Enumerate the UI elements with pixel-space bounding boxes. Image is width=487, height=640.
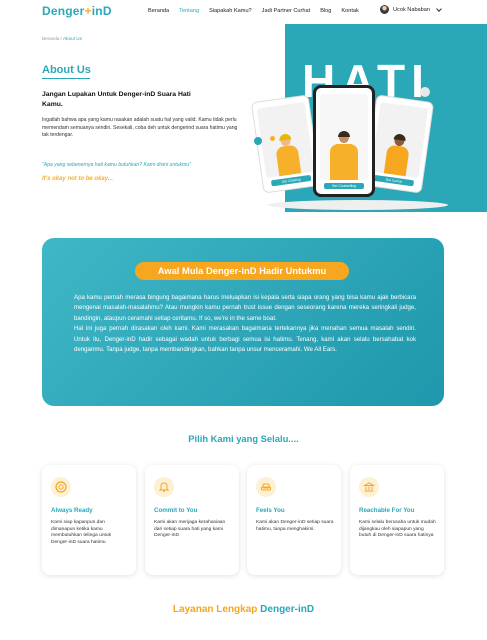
sofa-icon-graphic [261, 483, 271, 491]
page-title: About Us [42, 64, 91, 76]
lifebuoy-icon-graphic [55, 481, 67, 493]
sofa-icon [256, 477, 276, 497]
phone-screen [256, 102, 315, 179]
services-title-part2: Denger-inD [260, 604, 315, 615]
feature-card-title: Feels You [256, 507, 285, 514]
person-hair [338, 131, 350, 137]
breadcrumb-separator: / [60, 36, 62, 41]
bank-icon [359, 477, 379, 497]
logo-text: Denger [42, 4, 85, 18]
nav-links: Beranda Tentang Siapakah Kamu? Jadi Part… [148, 8, 359, 14]
choose-section-title: Pilih Kami yang Selalu.... [188, 433, 299, 444]
person-illustration [382, 133, 413, 177]
person-body [330, 144, 358, 180]
logo-mark-icon: + [84, 4, 92, 18]
get-counselling-button: Get Counselling [324, 183, 364, 189]
phone-screen [370, 102, 429, 179]
bell-icon-graphic [158, 482, 170, 493]
nav-item-siapakah-kamu[interactable]: Siapakah Kamu? [209, 8, 252, 14]
nav-item-jadi-partner-curhat[interactable]: Jadi Partner Curhat [262, 8, 311, 14]
logo[interactable]: Denger+inD [42, 4, 112, 18]
feature-card-desc: Kami siap kapanpun dan dimanapun ketika … [51, 520, 112, 546]
services-title: Layanan Lengkap Denger-inD [0, 604, 487, 615]
story-paragraph-2: Hal ini juga pernah dirasakan oleh kami.… [74, 325, 416, 354]
bell-icon [154, 477, 174, 497]
person-body [383, 144, 410, 177]
breadcrumb-current: About Us [62, 36, 82, 41]
nav-item-blog[interactable]: Blog [320, 8, 331, 14]
hero-tagline: It's okay not to be okay... [42, 176, 113, 182]
heart-icon [254, 137, 262, 145]
feature-card-title: Commit to You [154, 507, 198, 514]
illustration-shadow [268, 200, 448, 210]
hero-description: Ingatlah bahwa apa yang kamu rasakan ada… [42, 117, 238, 138]
avatar [380, 5, 389, 14]
bank-icon-graphic [363, 482, 375, 492]
story-paragraph-1: Apa kamu pernah merasa bingung bagaimana… [74, 294, 416, 322]
nav-item-kontak[interactable]: Kontak [341, 8, 358, 14]
nav-item-beranda[interactable]: Beranda [148, 8, 169, 14]
phone-illustration-center: Get Counselling [313, 85, 375, 197]
feature-card-title: Reachable For You [359, 507, 415, 514]
user-name: Ucok Nababan [393, 6, 431, 13]
nav-item-tentang[interactable]: Tentang [179, 8, 199, 14]
story-title: Awal Mula Denger-inD Hadir Untukmu [135, 262, 349, 280]
person-illustration [272, 133, 303, 177]
user-menu[interactable]: Ucok Nababan [380, 5, 442, 14]
breadcrumb-home[interactable]: Beranda [42, 36, 59, 41]
services-title-part1: Layanan Lengkap [172, 604, 258, 615]
feature-card-feels-you: Feels You Kami akan Denger-inD setiap su… [247, 465, 341, 575]
feature-card-desc: Kami selalu berusaha untuk mudah dijangk… [359, 520, 436, 539]
title-underline [42, 78, 90, 79]
chevron-down-icon [436, 5, 442, 12]
navbar: Denger+inD Beranda Tentang Siapakah Kamu… [0, 0, 487, 24]
decorative-dot [270, 136, 275, 141]
get-chatting-button: Get Chatting [270, 174, 312, 187]
feature-card-always-ready: Always Ready Kami siap kapanpun dan dima… [42, 465, 136, 575]
hero-quote: "Apa yang sebenernya hati kamu butuhkan?… [42, 162, 191, 168]
feature-card-desc: Kami akan Denger-inD setiap suara hatimu… [256, 520, 334, 532]
lifebuoy-icon [51, 477, 71, 497]
feature-card-desc: Kami akan menjaga kerahasiaan dari setia… [154, 520, 226, 539]
user-icon [420, 87, 430, 97]
story-text: Apa kamu pernah merasa bingung bagaimana… [74, 293, 416, 355]
feature-card-reachable: Reachable For You Kami selalu berusaha u… [350, 465, 444, 575]
logo-text-suffix: inD [91, 4, 112, 18]
phone-screen [320, 94, 368, 180]
feature-card-commit: Commit to You Kami akan menjaga kerahasi… [145, 465, 239, 575]
person-illustration [328, 131, 360, 180]
breadcrumb: Beranda / About Us [42, 36, 82, 41]
feature-card-title: Always Ready [51, 507, 93, 514]
person-body [275, 144, 302, 177]
hero-heading: Jangan Lupakan Untuk Denger-inD Suara Ha… [42, 91, 191, 108]
feature-cards: Always Ready Kami siap kapanpun dan dima… [42, 465, 444, 575]
